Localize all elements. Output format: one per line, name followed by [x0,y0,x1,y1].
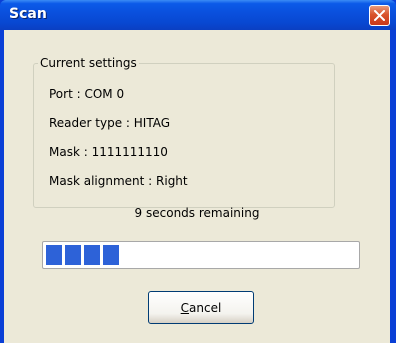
window-title: Scan [9,6,47,22]
time-remaining-label: 9 seconds remaining [134,206,260,220]
title-bar[interactable]: Scan [0,0,396,30]
scan-dialog-window: Scan Current settings Port : COM 0 Reade… [0,0,396,343]
close-button[interactable] [369,5,390,26]
cancel-button[interactable]: Cancel [148,291,254,324]
cancel-label: ancel [189,300,222,315]
reader-type-setting: Reader type : HITAG [49,116,171,130]
close-icon [374,10,385,21]
mask-alignment-setting: Mask alignment : Right [49,174,188,188]
progress-fill [46,245,120,265]
current-settings-group: Current settings Port : COM 0 Reader typ… [33,56,335,208]
port-setting: Port : COM 0 [49,87,125,101]
current-settings-legend: Current settings [40,56,137,70]
cancel-mnemonic: C [180,300,190,315]
dialog-client-area: Current settings Port : COM 0 Reader typ… [4,30,390,343]
scan-progress-bar [42,241,360,269]
mask-setting: Mask : 1111111110 [49,145,168,159]
